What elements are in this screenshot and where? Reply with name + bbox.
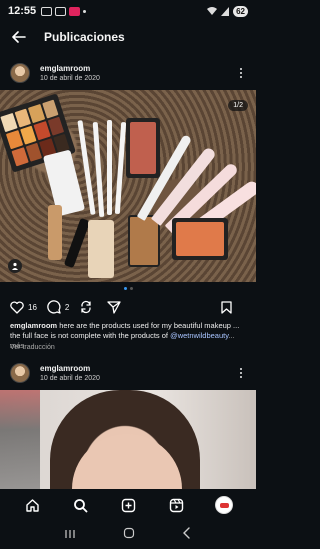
comment-icon: [47, 300, 61, 314]
heart-icon: [10, 300, 24, 314]
post-date: 10 de abril de 2020: [40, 75, 100, 82]
post-photo[interactable]: [0, 390, 256, 489]
like-button[interactable]: 16: [10, 300, 37, 314]
wifi-icon: [207, 6, 218, 15]
plus-square-icon[interactable]: [117, 494, 139, 516]
bottom-nav: [0, 489, 256, 521]
carousel-dots: [0, 287, 256, 290]
carousel-counter: 1/2: [228, 100, 248, 111]
eyeliner: [63, 217, 91, 269]
repost-button[interactable]: [79, 300, 97, 314]
back-system-icon[interactable]: [182, 526, 192, 544]
top-bar: Publicaciones: [0, 22, 256, 52]
status-time: 12:55: [8, 5, 37, 17]
notification-icon: [41, 6, 53, 16]
notification-dot-icon: [83, 9, 87, 13]
avatar: [215, 496, 233, 514]
notification-icon: [55, 6, 67, 16]
avatar[interactable]: [10, 63, 30, 83]
post-meta: emglamroom 10 de abril de 2020: [40, 64, 100, 82]
foundation-bottle: [88, 220, 114, 278]
post-photo[interactable]: 1/2: [0, 90, 256, 282]
brush: [114, 121, 127, 215]
carousel-dot-active: [123, 287, 127, 290]
share-button[interactable]: [107, 300, 125, 314]
home-icon[interactable]: [21, 494, 43, 516]
arrow-left-icon[interactable]: [10, 28, 28, 46]
concealer: [48, 205, 62, 260]
recent-apps-icon[interactable]: [64, 526, 76, 544]
comment-count: 2: [64, 302, 70, 312]
share-icon: [107, 300, 122, 314]
reels-icon[interactable]: [165, 494, 187, 516]
bookmark-icon: [221, 300, 232, 314]
brush: [107, 120, 112, 215]
avatar[interactable]: [10, 363, 30, 383]
post-meta: emglamroom 10 de abril de 2020: [40, 364, 100, 382]
status-right: 62: [207, 5, 248, 17]
caption-mention[interactable]: @wetnwildbeauty: [170, 331, 228, 340]
home-system-icon[interactable]: [123, 526, 135, 544]
post-date: 10 de abril de 2020: [40, 375, 100, 382]
carousel-dot: [129, 287, 133, 290]
post-username[interactable]: emglamroom: [40, 364, 100, 373]
comment-button[interactable]: 2: [47, 300, 69, 314]
post-username[interactable]: emglamroom: [40, 64, 100, 73]
battery-indicator: 62: [233, 5, 248, 17]
notification-icons: [41, 6, 87, 16]
more-vertical-icon[interactable]: [236, 68, 246, 78]
page-title: Publicaciones: [44, 30, 125, 44]
notification-icon: [69, 6, 81, 16]
user-tag-icon[interactable]: [8, 259, 22, 273]
foundation-bottle: [128, 215, 160, 267]
signal-icon: [221, 6, 230, 16]
like-count: 16: [28, 302, 37, 312]
photo-background: [0, 390, 40, 489]
save-button[interactable]: [221, 300, 236, 314]
bronzer-compact: [172, 218, 228, 260]
profile-avatar-icon[interactable]: [213, 494, 235, 516]
more-vertical-icon[interactable]: [236, 368, 246, 378]
brush: [92, 121, 105, 218]
repost-icon: [81, 300, 92, 314]
system-nav: [0, 521, 256, 549]
translate-link[interactable]: Ver traducción: [10, 344, 55, 351]
status-bar: 12:55 62: [0, 0, 256, 22]
post-header: emglamroom 10 de abril de 2020: [0, 55, 256, 91]
post-actions: 16 2: [0, 296, 256, 318]
post-header: emglamroom 10 de abril de 2020: [0, 355, 256, 391]
search-icon[interactable]: [69, 494, 91, 516]
blush-compact: [126, 118, 160, 178]
caption-username[interactable]: emglamroom: [10, 321, 57, 330]
